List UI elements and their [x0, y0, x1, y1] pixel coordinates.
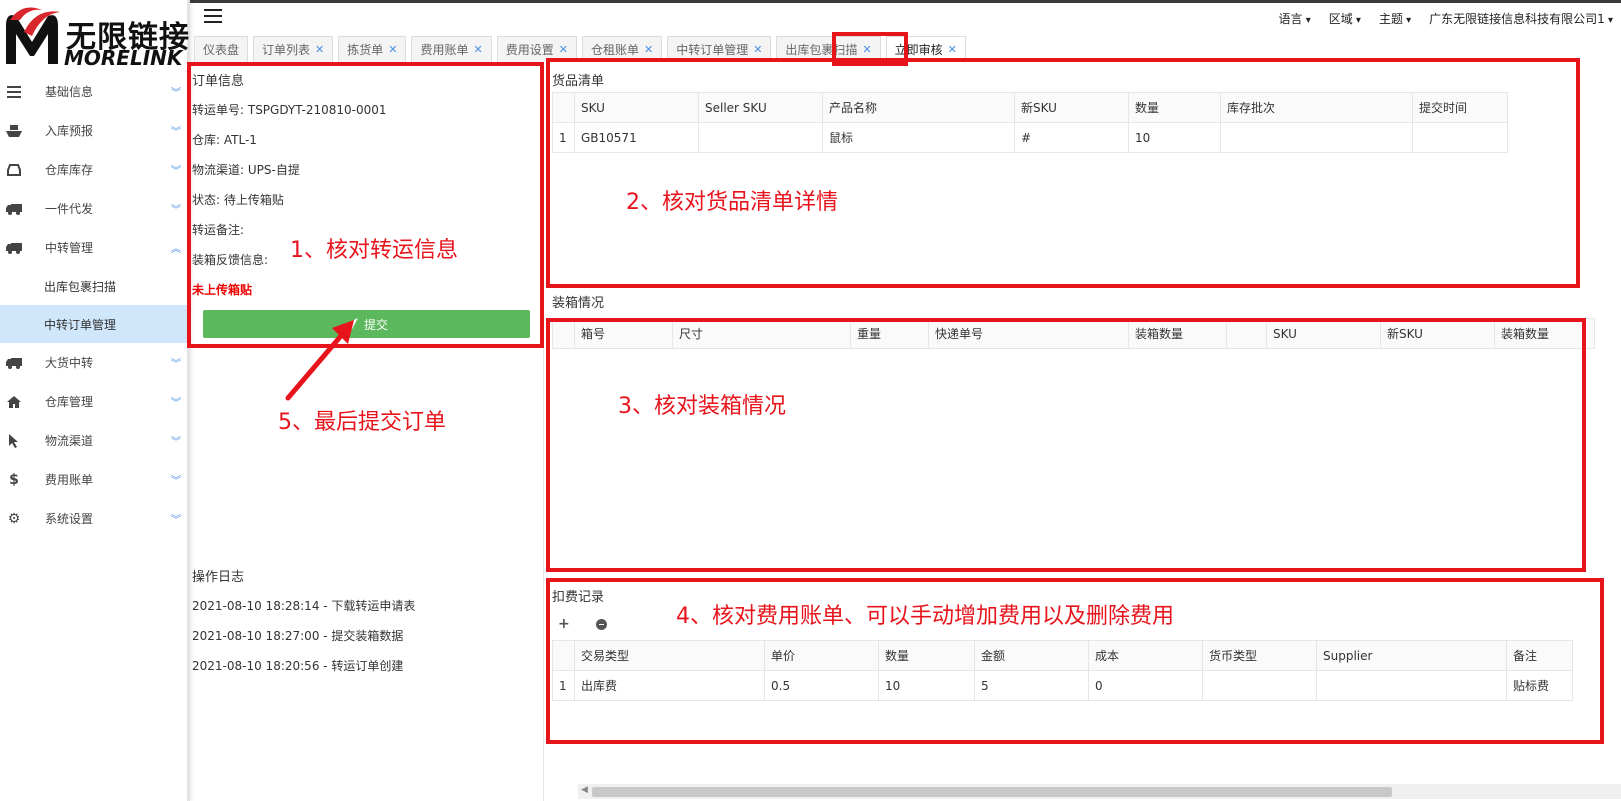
annotation-arrow-icon [285, 320, 354, 401]
scroll-left-icon[interactable]: ◀ [581, 785, 588, 795]
chevron-double-down-icon: ︾ [171, 398, 181, 409]
chevron-double-down-icon: ︾ [171, 437, 181, 448]
sidebar-item-label: 物流渠道 [45, 434, 94, 448]
top-border [0, 0, 1621, 3]
scrollbar-thumb[interactable] [592, 787, 1392, 797]
annotation-box-review-tab [832, 32, 908, 66]
sidebar-item-label: 中转管理 [45, 241, 94, 255]
operation-log-title: 操作日志 [192, 570, 245, 585]
packing-title: 装箱情况 [552, 296, 605, 311]
tab-label: 费用账单 [420, 43, 469, 57]
home-icon [6, 394, 22, 410]
sidebar-item-billing[interactable]: $ 费用账单 ︾ [0, 460, 187, 499]
sidebar-item-dropship[interactable]: 一件代发 ︾ [0, 189, 187, 228]
sidebar: 无限链接 MORELINK 基础信息 ︾ 入库预报 ︾ 仓库库存 ︾ 一件代发 … [0, 0, 190, 801]
tab-label: 订单列表 [262, 43, 311, 57]
sidebar-item-inbound-forecast[interactable]: 入库预报 ︾ [0, 111, 187, 150]
annotation-box-packing [546, 318, 1586, 572]
chevron-double-down-icon: ︾ [171, 515, 181, 526]
tab-label: 拣货单 [347, 43, 384, 57]
sidebar-item-label: 仓库库存 [45, 163, 94, 177]
close-icon[interactable]: ✕ [474, 43, 483, 56]
chevron-double-down-icon: ︾ [171, 476, 181, 487]
theme-dropdown[interactable]: 主题 [1379, 10, 1411, 27]
tab-label: 仪表盘 [203, 43, 240, 57]
annotation-step-1: 1、核对转运信息 [290, 238, 458, 263]
chevron-double-down-icon: ︾ [171, 88, 181, 99]
sidebar-item-label: 入库预报 [45, 124, 94, 138]
sidebar-subitem-transfer-orders[interactable]: 中转订单管理 [0, 305, 187, 343]
company-dropdown[interactable]: 广东无限链接信息科技有限公司1 [1429, 10, 1613, 27]
truck-icon [6, 355, 22, 371]
log-entry: 2021-08-10 18:28:14 - 下载转运申请表 [192, 599, 416, 613]
sidebar-item-warehouse-management[interactable]: 仓库管理 ︾ [0, 382, 187, 421]
truck-icon [6, 201, 22, 217]
horizontal-scrollbar[interactable]: ◀ [578, 784, 1621, 799]
logo: 无限链接 MORELINK [0, 4, 190, 70]
sidebar-item-label: 系统设置 [45, 512, 94, 526]
sidebar-item-logistics-channel[interactable]: 物流渠道 ︾ [0, 421, 187, 460]
close-icon[interactable]: ✕ [948, 43, 957, 56]
inbox-icon [6, 162, 22, 178]
close-icon[interactable]: ✕ [559, 43, 568, 56]
gear-icon: ⚙ [7, 510, 21, 527]
language-dropdown[interactable]: 语言 [1279, 10, 1311, 27]
header-menus: 语言 区域 主题 广东无限链接信息科技有限公司1 [1279, 10, 1614, 27]
region-dropdown[interactable]: 区域 [1329, 10, 1361, 27]
sidebar-item-transfer-management[interactable]: 中转管理 ︽ [0, 228, 187, 267]
annotation-box-order-info [187, 62, 544, 348]
menu-icon [6, 84, 22, 100]
close-icon[interactable]: ✕ [753, 43, 762, 56]
sidebar-item-label: 基础信息 [45, 85, 94, 99]
cursor-icon [6, 433, 22, 449]
annotation-step-3: 3、核对装箱情况 [618, 394, 786, 419]
tab-dashboard[interactable]: 仪表盘 [194, 36, 249, 62]
sidebar-nav: 基础信息 ︾ 入库预报 ︾ 仓库库存 ︾ 一件代发 ︾ 中转管理 ︽ 出库包裹扫… [0, 72, 187, 538]
annotation-box-goods [546, 58, 1580, 288]
sidebar-item-label: 大货中转 [45, 356, 94, 370]
tab-label: 仓租账单 [590, 43, 639, 57]
sidebar-item-label: 费用账单 [45, 473, 94, 487]
annotation-step-2: 2、核对货品清单详情 [626, 190, 838, 215]
sidebar-item-inventory[interactable]: 仓库库存 ︾ [0, 150, 187, 189]
log-entry: 2021-08-10 18:27:00 - 提交装箱数据 [192, 629, 404, 643]
chevron-double-down-icon: ︾ [171, 205, 181, 216]
chevron-double-down-icon: ︾ [171, 127, 181, 138]
logo-mark-icon [6, 7, 60, 64]
truck-icon [6, 240, 22, 256]
annotation-step-4: 4、核对费用账单、可以手动增加费用以及删除费用 [676, 604, 1174, 629]
sidebar-item-label: 仓库管理 [45, 395, 94, 409]
chevron-double-down-icon: ︾ [171, 359, 181, 370]
close-icon[interactable]: ✕ [388, 43, 397, 56]
chevron-double-down-icon: ︾ [171, 166, 181, 177]
sidebar-item-basic-info[interactable]: 基础信息 ︾ [0, 72, 187, 111]
tab-label: 费用设置 [505, 43, 554, 57]
close-icon[interactable]: ✕ [315, 43, 324, 56]
sidebar-item-system-settings[interactable]: ⚙ 系统设置 ︾ [0, 499, 187, 538]
sidebar-item-bulk-transfer[interactable]: 大货中转 ︾ [0, 343, 187, 382]
tab-label: 中转订单管理 [676, 43, 749, 57]
log-entry: 2021-08-10 18:20:56 - 转运订单创建 [192, 659, 404, 673]
annotation-step-5: 5、最后提交订单 [278, 410, 446, 435]
close-icon[interactable]: ✕ [644, 43, 653, 56]
hamburger-menu-icon[interactable] [204, 9, 222, 23]
chevron-double-up-icon: ︽ [171, 244, 181, 255]
tab-picking-list[interactable]: 拣货单 ✕ [338, 36, 407, 62]
tab-fee-bill[interactable]: 费用账单 ✕ [411, 36, 492, 62]
dollar-icon: $ [9, 471, 19, 488]
ship-icon [6, 123, 22, 139]
sidebar-subitem-outbound-scan[interactable]: 出库包裹扫描 [0, 267, 187, 305]
tab-order-list[interactable]: 订单列表 ✕ [253, 36, 334, 62]
sidebar-item-label: 一件代发 [45, 202, 94, 216]
logo-english-text: MORELINK [64, 46, 183, 70]
